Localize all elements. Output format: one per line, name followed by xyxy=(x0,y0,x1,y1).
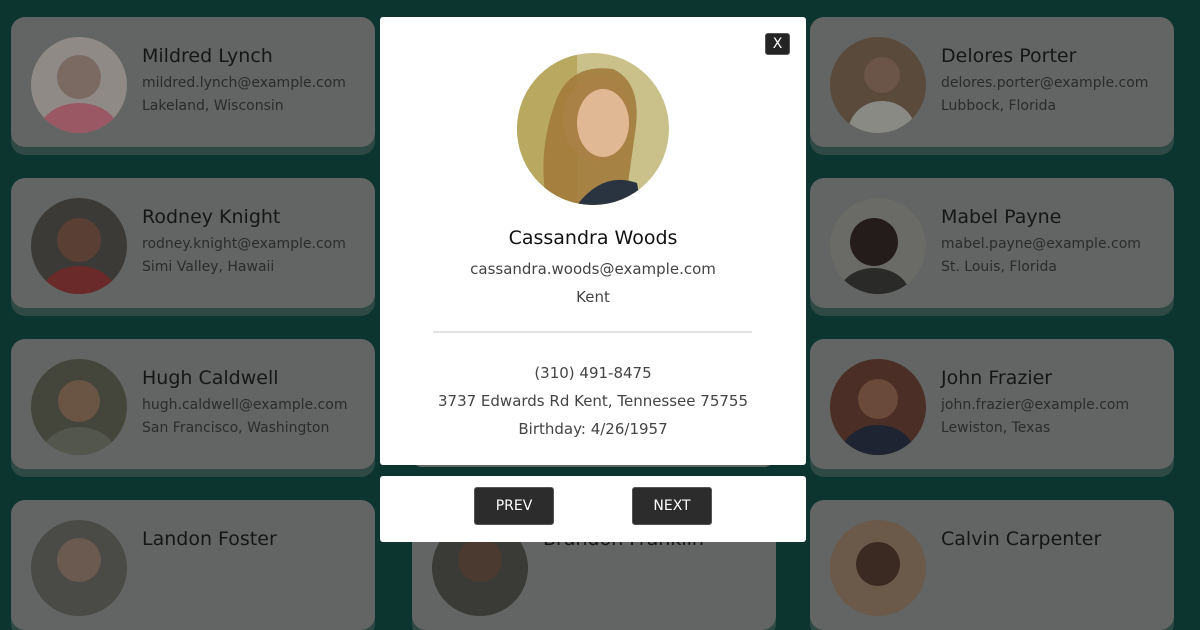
employee-card[interactable]: Rodney Knight rodney.knight@example.com … xyxy=(11,178,375,308)
employee-email: mildred.lynch@example.com xyxy=(142,75,346,91)
modal-avatar xyxy=(517,53,669,205)
modal-phone: (310) 491-8475 xyxy=(534,364,652,382)
avatar xyxy=(31,37,127,133)
employee-card[interactable]: Hugh Caldwell hugh.caldwell@example.com … xyxy=(11,339,375,469)
employee-email: mabel.payne@example.com xyxy=(941,236,1141,252)
employee-name: John Frazier xyxy=(941,367,1053,389)
avatar xyxy=(830,359,926,455)
employee-location: St. Louis, Florida xyxy=(941,259,1057,275)
employee-location: Lakeland, Wisconsin xyxy=(142,98,284,114)
employee-card[interactable]: John Frazier john.frazier@example.com Le… xyxy=(810,339,1174,469)
avatar xyxy=(830,198,926,294)
avatar xyxy=(830,520,926,616)
employee-location: Lewiston, Texas xyxy=(941,420,1051,436)
employee-email: hugh.caldwell@example.com xyxy=(142,397,348,413)
employee-name: Landon Foster xyxy=(142,528,277,550)
close-button[interactable]: X xyxy=(765,33,790,55)
prev-button[interactable]: PREV xyxy=(474,487,554,525)
avatar xyxy=(31,359,127,455)
employee-name: Delores Porter xyxy=(941,45,1077,67)
avatar xyxy=(31,198,127,294)
modal-email: cassandra.woods@example.com xyxy=(470,260,716,278)
modal-city: Kent xyxy=(576,288,610,306)
employee-name: Mabel Payne xyxy=(941,206,1062,228)
employee-email: rodney.knight@example.com xyxy=(142,236,346,252)
employee-card[interactable]: Mabel Payne mabel.payne@example.com St. … xyxy=(810,178,1174,308)
avatar xyxy=(31,520,127,616)
modal-navigation: PREV NEXT xyxy=(380,476,806,542)
modal-address: 3737 Edwards Rd Kent, Tennessee 75755 xyxy=(437,392,749,410)
employee-location: San Francisco, Washington xyxy=(142,420,330,436)
divider xyxy=(433,331,752,333)
modal-name: Cassandra Woods xyxy=(508,227,678,249)
employee-card[interactable]: Calvin Carpenter xyxy=(810,500,1174,630)
employee-card[interactable]: Delores Porter delores.porter@example.co… xyxy=(810,17,1174,147)
avatar xyxy=(830,37,926,133)
employee-email: john.frazier@example.com xyxy=(941,397,1130,413)
employee-email: delores.porter@example.com xyxy=(941,75,1149,91)
employee-name: Hugh Caldwell xyxy=(142,367,279,389)
next-button[interactable]: NEXT xyxy=(632,487,712,525)
employee-name: Rodney Knight xyxy=(142,206,281,228)
modal-birthday: Birthday: 4/26/1957 xyxy=(518,420,668,438)
employee-card[interactable]: Landon Foster xyxy=(11,500,375,630)
employee-name: Calvin Carpenter xyxy=(941,528,1102,550)
employee-location: Lubbock, Florida xyxy=(941,98,1057,114)
employee-name: Mildred Lynch xyxy=(142,45,273,67)
employee-location: Simi Valley, Hawaii xyxy=(142,259,275,275)
employee-detail-modal: X Cassandra Woods cassandra.woods@exampl… xyxy=(380,17,806,465)
employee-card[interactable]: Mildred Lynch mildred.lynch@example.com … xyxy=(11,17,375,147)
